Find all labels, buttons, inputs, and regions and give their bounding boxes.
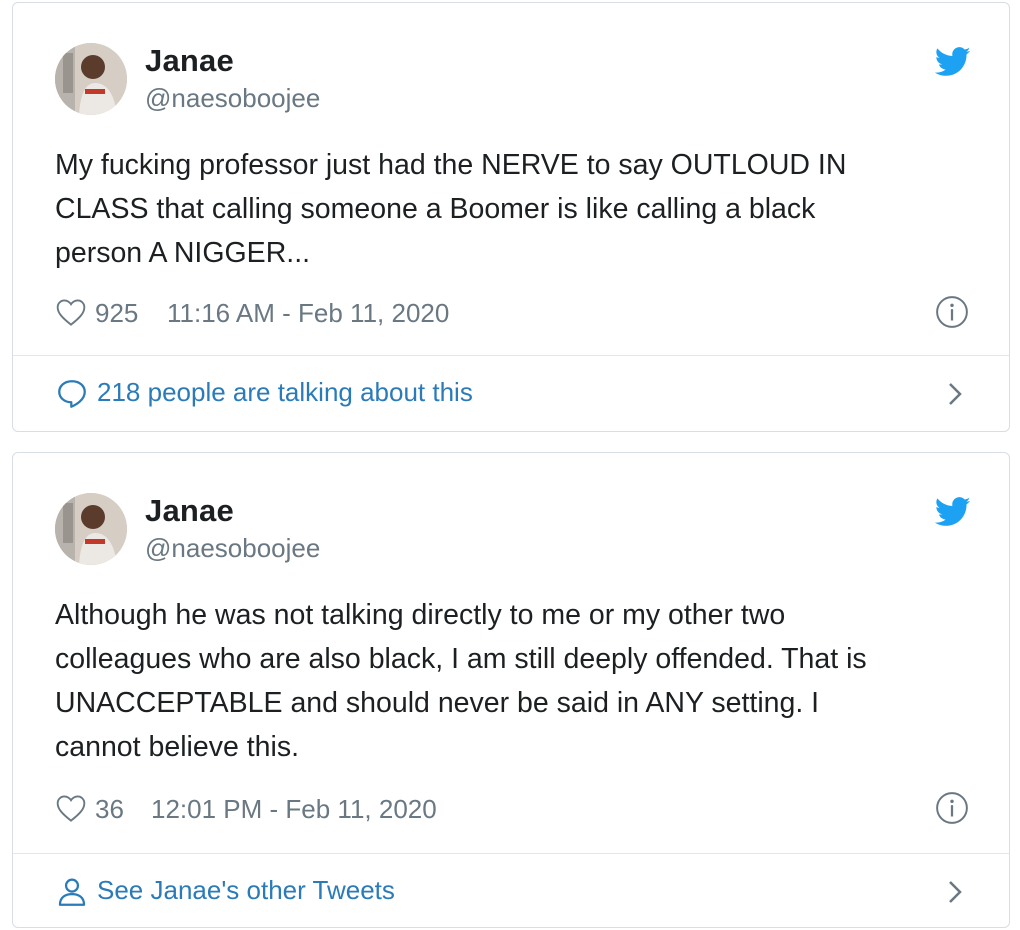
tweet-header: Janae @naesoboojee bbox=[55, 493, 971, 569]
tweet-timestamp[interactable]: 12:01 PM - Feb 11, 2020 bbox=[151, 794, 437, 825]
twitter-bird-icon[interactable] bbox=[935, 497, 971, 527]
tweet-card: Janae @naesoboojee My fucking professor … bbox=[12, 2, 1010, 432]
author-name[interactable]: Janae bbox=[145, 493, 234, 529]
heart-icon[interactable] bbox=[55, 297, 87, 327]
other-tweets-link[interactable]: See Janae's other Tweets bbox=[55, 871, 969, 911]
author-handle[interactable]: @naesoboojee bbox=[145, 83, 320, 114]
conversation-label[interactable]: 218 people are talking about this bbox=[97, 377, 473, 408]
chevron-right-icon[interactable] bbox=[941, 877, 969, 907]
chevron-right-icon[interactable] bbox=[941, 379, 969, 409]
tweet-text: My fucking professor just had the NERVE … bbox=[55, 149, 847, 269]
other-tweets-label[interactable]: See Janae's other Tweets bbox=[97, 875, 395, 906]
tweet-meta: 36 12:01 PM - Feb 11, 2020 bbox=[55, 791, 969, 827]
tweet-text: Although he was not talking directly to … bbox=[55, 599, 867, 763]
comment-bubble-icon bbox=[58, 380, 86, 408]
tweet-header: Janae @naesoboojee bbox=[55, 43, 971, 119]
divider bbox=[13, 853, 1009, 854]
twitter-bird-icon[interactable] bbox=[935, 47, 971, 77]
tweet-card: Janae @naesoboojee Although he was not t… bbox=[12, 452, 1010, 928]
tweet-timestamp[interactable]: 11:16 AM - Feb 11, 2020 bbox=[167, 298, 449, 329]
tweet-meta: 925 11:16 AM - Feb 11, 2020 bbox=[55, 295, 969, 331]
author-handle[interactable]: @naesoboojee bbox=[145, 533, 320, 564]
like-count[interactable]: 36 bbox=[95, 794, 124, 825]
conversation-link[interactable]: 218 people are talking about this bbox=[55, 373, 969, 413]
avatar[interactable] bbox=[55, 43, 127, 115]
avatar[interactable] bbox=[55, 493, 127, 565]
like-count[interactable]: 925 bbox=[95, 298, 138, 329]
person-icon bbox=[58, 878, 86, 906]
divider bbox=[13, 355, 1009, 356]
heart-icon[interactable] bbox=[55, 793, 87, 823]
info-icon[interactable] bbox=[935, 295, 969, 329]
author-name[interactable]: Janae bbox=[145, 43, 234, 79]
info-icon[interactable] bbox=[935, 791, 969, 825]
